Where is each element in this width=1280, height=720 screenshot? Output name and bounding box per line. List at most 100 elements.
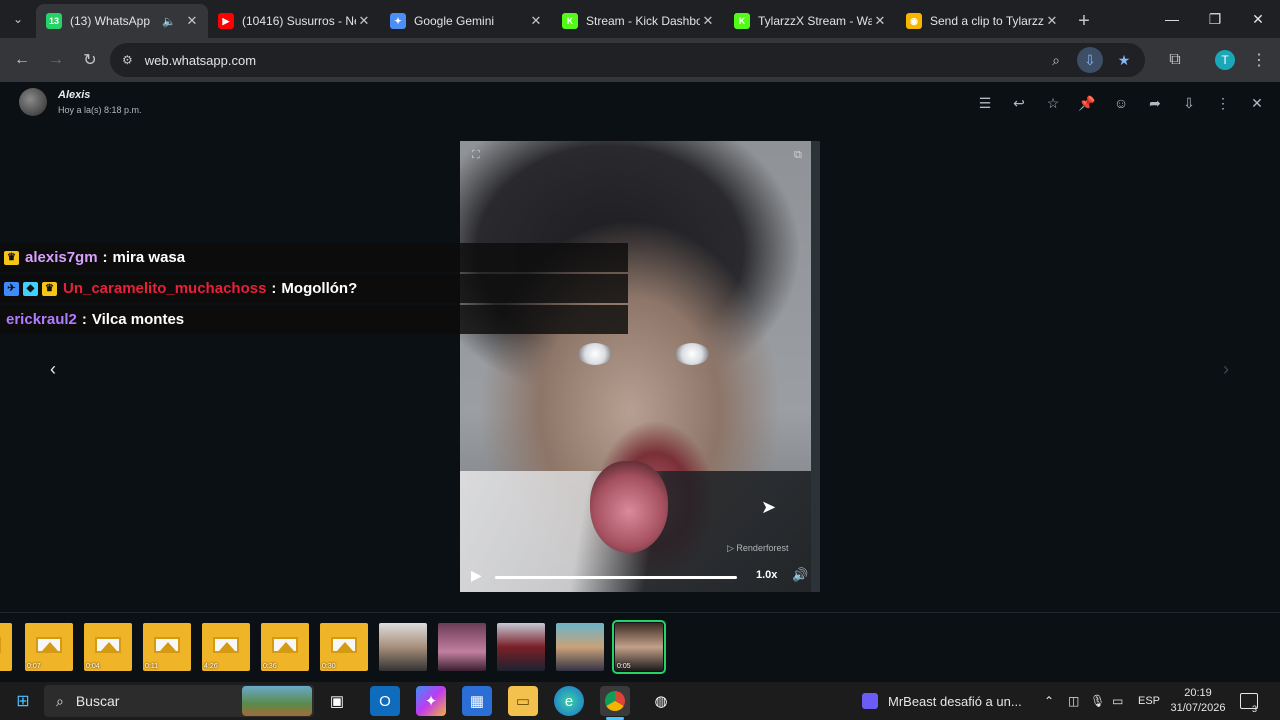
search-icon: ⌕ bbox=[56, 692, 64, 709]
chat-separator: : bbox=[102, 249, 108, 266]
tab-close-icon[interactable]: ✕ bbox=[872, 13, 888, 29]
windows-start-icon[interactable]: ⊞ bbox=[8, 686, 38, 716]
address-bar[interactable]: ⚙ web.whatsapp.com ⌕ ⇩ ★ bbox=[110, 43, 1145, 77]
file-explorer-icon[interactable]: ▭ bbox=[508, 686, 538, 716]
install-app-icon[interactable]: ⇩ bbox=[1077, 47, 1103, 73]
language-indicator[interactable]: ESP bbox=[1138, 682, 1160, 720]
media-thumbnail[interactable] bbox=[438, 623, 486, 671]
image-placeholder-icon bbox=[272, 637, 298, 653]
video-controls: ▶ 1.0x 🔊 bbox=[460, 561, 820, 592]
emoji-icon[interactable]: ☺ bbox=[1108, 90, 1134, 116]
media-thumbnail[interactable] bbox=[556, 623, 604, 671]
camera-icon[interactable]: ◫ bbox=[1068, 682, 1079, 720]
reload-button[interactable]: ↻ bbox=[73, 43, 107, 77]
browser-tab[interactable]: ◉ Send a clip to Tylarzz ✕ bbox=[896, 4, 1068, 38]
news-widget[interactable]: MrBeast desafió a un... bbox=[862, 682, 1022, 720]
browser-tab[interactable]: ▶ (10416) Susurros - Ne ✕ bbox=[208, 4, 380, 38]
chat-separator: : bbox=[81, 311, 87, 328]
sender-avatar[interactable] bbox=[19, 88, 47, 116]
media-thumbnail[interactable] bbox=[379, 623, 427, 671]
chat-username: alexis7gm bbox=[25, 249, 98, 266]
picture-in-picture-icon[interactable]: ⧉ bbox=[794, 149, 802, 162]
close-icon[interactable]: ✕ bbox=[1244, 90, 1270, 116]
media-thumbnail[interactable]: 0:05 bbox=[612, 620, 666, 674]
media-thumbnail[interactable]: 0:07 bbox=[25, 623, 73, 671]
seek-bar-progress bbox=[495, 576, 730, 579]
new-tab-button[interactable]: + bbox=[1068, 4, 1100, 38]
media-thumbnail[interactable] bbox=[0, 623, 12, 671]
microphone-icon[interactable]: 🎙 bbox=[1090, 682, 1105, 720]
clock-date: 31/07/2026 bbox=[1170, 702, 1226, 714]
tab-close-icon[interactable]: ✕ bbox=[184, 13, 200, 29]
notification-count: 3 bbox=[1252, 704, 1258, 714]
video-player[interactable]: ⛶ ⧉ ▷ Renderforest ▶ 1.0x 🔊 bbox=[460, 141, 820, 592]
media-thumbnail[interactable]: 0:30 bbox=[320, 623, 368, 671]
search-highlight-image bbox=[242, 686, 312, 716]
forward-button[interactable]: → bbox=[39, 43, 73, 77]
volume-button[interactable]: 🔊 bbox=[792, 567, 808, 583]
zoom-icon[interactable]: ⌕ bbox=[1043, 47, 1069, 73]
show-hidden-icons[interactable]: ⌃ bbox=[1044, 682, 1054, 720]
thumbnail-duration: 0:11 bbox=[145, 663, 159, 670]
tab-search-button[interactable]: ⌄ bbox=[0, 0, 36, 38]
more-icon[interactable]: ⋮ bbox=[1210, 90, 1236, 116]
browser-tab[interactable]: K Stream - Kick Dashbo ✕ bbox=[552, 4, 724, 38]
clock-time: 20:19 bbox=[1184, 687, 1212, 699]
tab-close-icon[interactable]: ✕ bbox=[528, 13, 544, 29]
edge-icon[interactable]: e bbox=[554, 686, 584, 716]
taskbar-search[interactable]: ⌕ Buscar bbox=[44, 685, 314, 717]
browser-tab-strip: ⌄ 13 (13) WhatsApp 🔈 ✕ ▶ (10416) Susurros - N… bbox=[0, 0, 1280, 38]
media-thumbnail[interactable]: 0:04 bbox=[84, 623, 132, 671]
media-thumbnail[interactable]: 4:26 bbox=[202, 623, 250, 671]
reply-icon[interactable]: ↩ bbox=[1006, 90, 1032, 116]
chrome-icon[interactable] bbox=[600, 686, 630, 716]
taskbar-clock[interactable]: 20:19 31/07/2026 bbox=[1166, 686, 1230, 716]
image-placeholder-icon bbox=[154, 637, 180, 653]
restore-button[interactable]: ❐ bbox=[1193, 0, 1237, 38]
back-button[interactable]: ← bbox=[5, 43, 39, 77]
browser-menu-button[interactable]: ⋮ bbox=[1242, 43, 1276, 77]
media-thumbnail[interactable] bbox=[497, 623, 545, 671]
forward-icon[interactable]: ➦ bbox=[1142, 90, 1168, 116]
app-icon[interactable]: ◍ bbox=[646, 686, 676, 716]
close-window-button[interactable]: ✕ bbox=[1236, 0, 1280, 38]
seek-bar[interactable] bbox=[495, 576, 737, 579]
notifications-icon[interactable]: 3 bbox=[1240, 682, 1258, 720]
minimize-button[interactable]: — bbox=[1150, 0, 1194, 38]
next-media-button[interactable]: › bbox=[1214, 357, 1238, 381]
media-thumbnail[interactable]: 0:11 bbox=[143, 623, 191, 671]
bookmark-star-icon[interactable]: ★ bbox=[1111, 47, 1137, 73]
tab-close-icon[interactable]: ✕ bbox=[700, 13, 716, 29]
media-thumbnail[interactable]: 0:36 bbox=[261, 623, 309, 671]
store-icon[interactable]: ▦ bbox=[462, 686, 492, 716]
tab-title: (13) WhatsApp bbox=[70, 14, 151, 28]
url-text: web.whatsapp.com bbox=[144, 52, 257, 68]
thumbnail-duration: 0:30 bbox=[322, 663, 336, 670]
tab-title: Send a clip to Tylarzz bbox=[930, 14, 1044, 28]
chat-separator: : bbox=[271, 280, 277, 297]
outlook-icon[interactable]: O bbox=[370, 686, 400, 716]
tab-close-icon[interactable]: ✕ bbox=[356, 13, 372, 29]
browser-tab[interactable]: 13 (13) WhatsApp 🔈 ✕ bbox=[36, 4, 208, 38]
profile-avatar[interactable]: T bbox=[1215, 50, 1235, 70]
fullscreen-icon[interactable]: ⛶ bbox=[472, 149, 480, 162]
tab-audio-icon[interactable]: 🔈 bbox=[162, 15, 176, 28]
browser-tab[interactable]: K TylarzzX Stream - Wa ✕ bbox=[724, 4, 896, 38]
network-icon[interactable]: ▭ bbox=[1112, 682, 1123, 720]
list-icon[interactable]: ☰ bbox=[972, 90, 998, 116]
tab-list: 13 (13) WhatsApp 🔈 ✕ ▶ (10416) Susurros - Ne ✕… bbox=[36, 4, 1068, 38]
forward-arrow-icon: → bbox=[48, 51, 64, 68]
site-info-icon[interactable]: ⚙ bbox=[122, 53, 133, 67]
browser-tab[interactable]: ✦ Google Gemini ✕ bbox=[380, 4, 552, 38]
previous-media-button[interactable]: ‹ bbox=[41, 357, 65, 381]
pin-icon[interactable]: 📌 bbox=[1074, 90, 1100, 116]
extensions-button[interactable]: ⧉ bbox=[1158, 43, 1192, 77]
tab-close-icon[interactable]: ✕ bbox=[1044, 13, 1060, 29]
copilot-icon[interactable]: ✦ bbox=[416, 686, 446, 716]
playback-speed-button[interactable]: 1.0x bbox=[756, 569, 777, 581]
download-icon[interactable]: ⇩ bbox=[1176, 90, 1202, 116]
play-button[interactable]: ▶ bbox=[471, 567, 482, 584]
task-view-icon[interactable]: ▣ bbox=[322, 686, 352, 716]
thumbnail-duration: 4:26 bbox=[204, 663, 218, 670]
star-icon[interactable]: ☆ bbox=[1040, 90, 1066, 116]
